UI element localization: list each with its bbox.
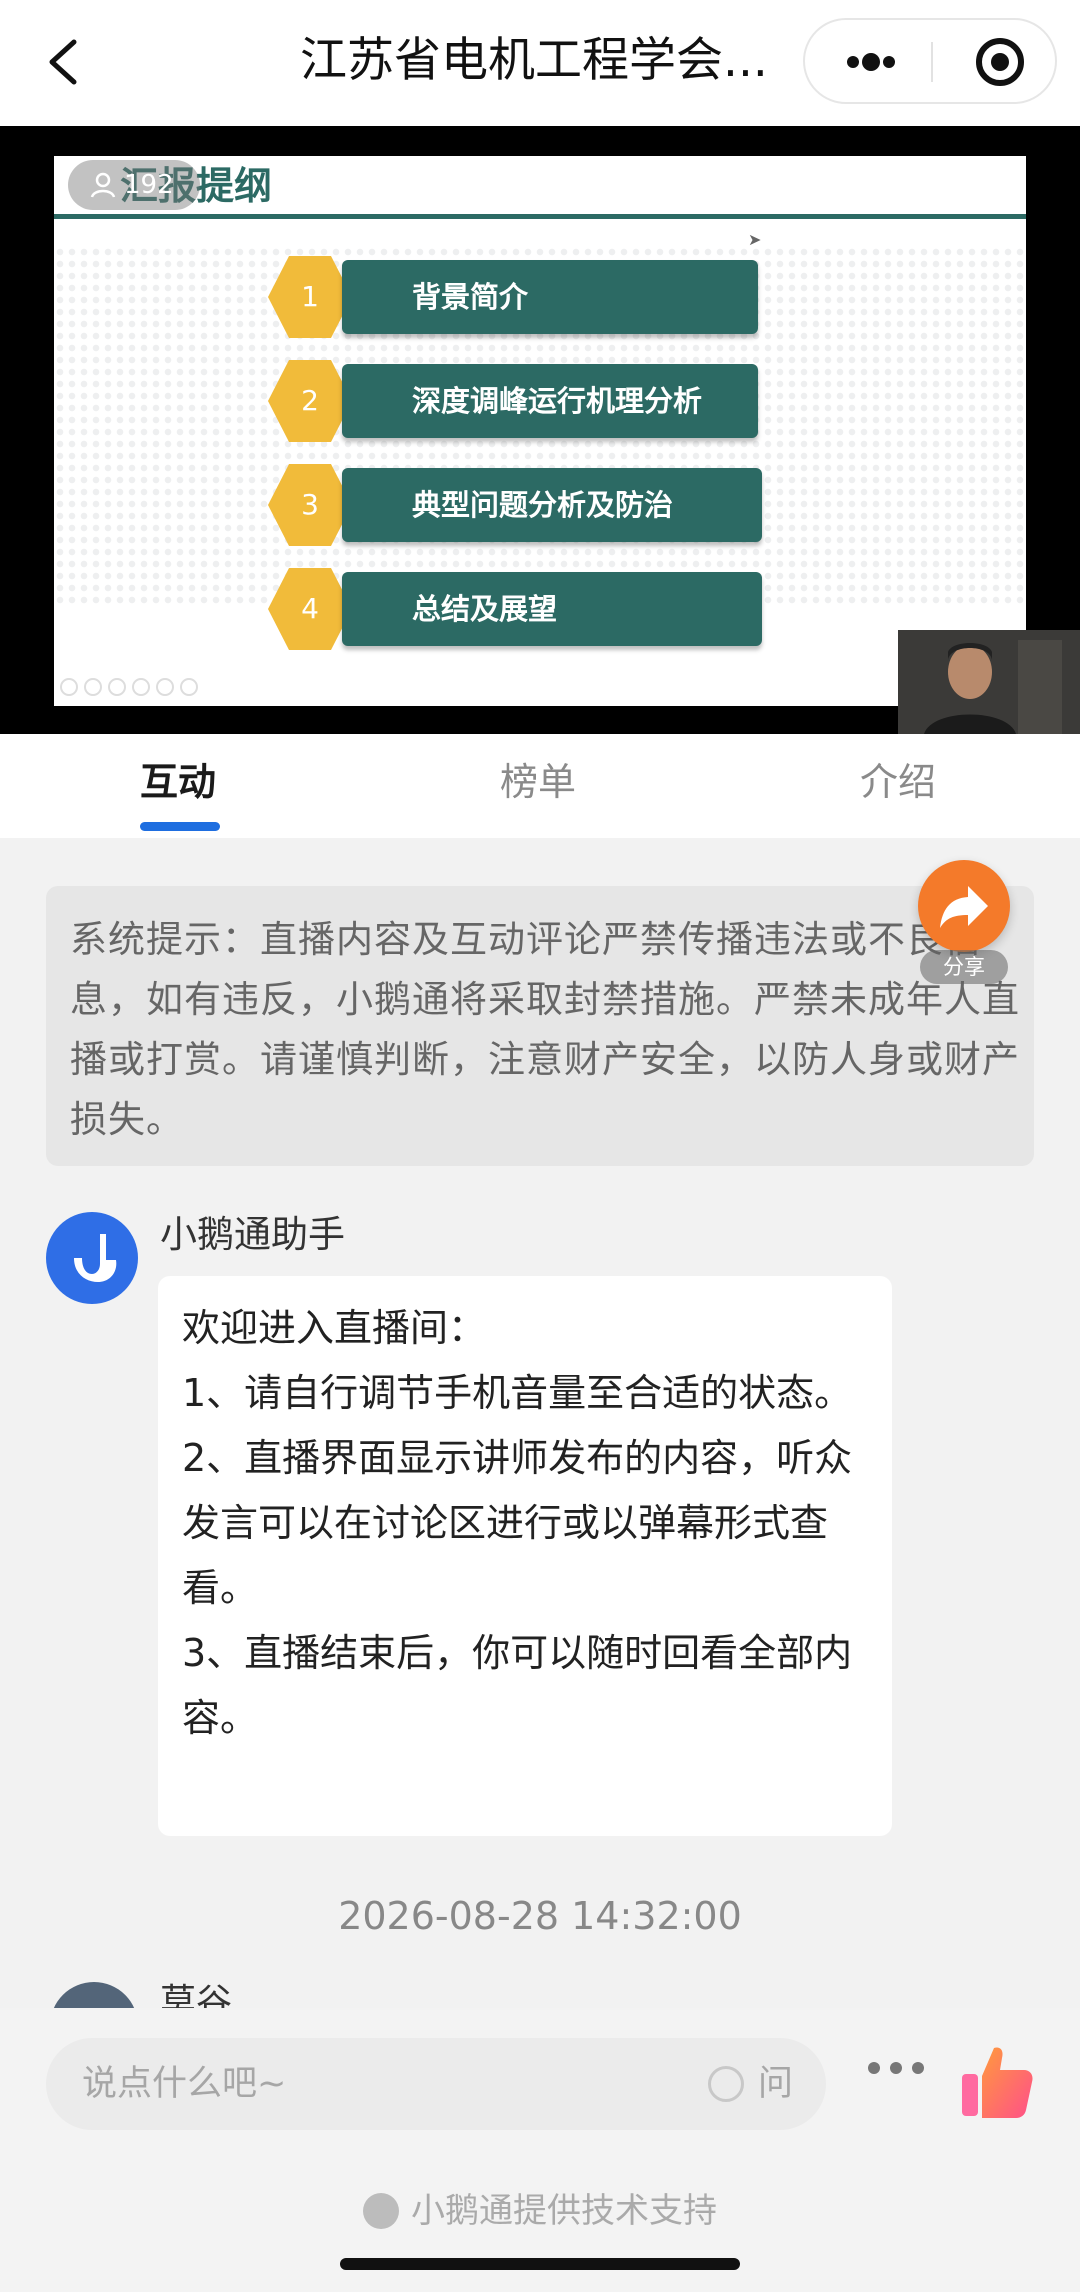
active-tab-indicator <box>140 822 220 831</box>
grid-icon[interactable] <box>132 678 150 696</box>
outline-bar: 典型问题分析及防治 <box>342 468 762 542</box>
ask-question-label: 问 <box>758 2064 794 2104</box>
zoom-icon[interactable] <box>156 678 174 696</box>
outline-bar: 深度调峰运行机理分析 <box>342 364 758 438</box>
share-circle <box>918 860 1010 952</box>
live-video-player[interactable]: 汇报提纲 192 ➤ 1 背景简介 2 深度调峰运行机理分析 3 典型问题分析及… <box>0 126 1080 734</box>
viewer-count: 192 <box>124 170 174 200</box>
person-icon <box>90 172 116 198</box>
slide-heading-rule <box>54 214 1026 219</box>
chevron-left-icon <box>49 39 77 85</box>
ask-question-toggle[interactable] <box>708 2066 744 2102</box>
outline-item: 3 典型问题分析及防治 <box>268 464 816 546</box>
outline-number-badge: 1 <box>268 256 352 338</box>
comment-input[interactable]: 说点什么吧~ 问 <box>46 2038 826 2130</box>
target-circle-icon <box>976 38 1024 86</box>
home-indicator <box>340 2258 740 2270</box>
outline-item: 4 总结及展望 <box>268 568 816 650</box>
share-arrow-icon <box>940 886 988 928</box>
more-button[interactable] <box>825 32 915 92</box>
message-bubble: 欢迎进入直播间： 1、请自行调节手机音量至合适的状态。 2、直播界面显示讲师发布… <box>158 1276 892 1836</box>
miniprogram-capsule <box>803 18 1057 104</box>
outline-bar: 总结及展望 <box>342 572 762 646</box>
more-options-button[interactable] <box>866 2058 926 2078</box>
thumbs-up-icon <box>962 2047 1033 2118</box>
message-sender: 小鹅通助手 <box>160 1213 345 1256</box>
slide-controls <box>60 678 230 702</box>
system-notice-text: 系统提示：直播内容及互动评论严禁传播违法或不良信息，如有违反，小鹅通将采取封禁措… <box>70 918 1020 1141</box>
prev-slide-icon[interactable] <box>60 678 78 696</box>
comment-placeholder: 说点什么吧~ <box>82 2064 287 2104</box>
presentation-slide: 汇报提纲 192 ➤ 1 背景简介 2 深度调峰运行机理分析 3 典型问题分析及… <box>54 156 1026 706</box>
like-button[interactable] <box>960 2042 1034 2120</box>
capsule-divider <box>931 42 933 82</box>
tab-bar: 互动 榜单 介绍 <box>0 734 1080 838</box>
mouse-cursor-icon: ➤ <box>748 230 762 249</box>
tab-ranking[interactable]: 榜单 <box>500 754 576 810</box>
outline-number-badge: 2 <box>268 360 352 442</box>
message-timestamp: 2026-08-28 14:32:00 <box>338 1894 742 1938</box>
pen-icon[interactable] <box>108 678 126 696</box>
xiaoetong-logo-icon <box>363 2193 399 2229</box>
navigation-bar: 江苏省电机工程学会... <box>0 0 1080 126</box>
outline-item: 2 深度调峰运行机理分析 <box>268 360 816 442</box>
menu-icon[interactable] <box>180 678 198 696</box>
system-notice: 系统提示：直播内容及互动评论严禁传播违法或不良信息，如有违反，小鹅通将采取封禁措… <box>46 886 1034 1166</box>
close-miniprogram-button[interactable] <box>955 32 1045 92</box>
page-title: 江苏省电机工程学会... <box>300 33 768 88</box>
tab-intro[interactable]: 介绍 <box>860 754 936 810</box>
back-button[interactable] <box>38 30 98 94</box>
more-dots-icon <box>847 53 895 71</box>
share-label: 分享 <box>920 950 1008 984</box>
tech-support-credit: 小鹅通提供技术支持 <box>0 2184 1080 2238</box>
tech-support-text: 小鹅通提供技术支持 <box>411 2191 717 2231</box>
composer-bar: 说点什么吧~ 问 小鹅通提供技术支持 <box>0 2008 1080 2292</box>
more-horizontal-icon <box>868 2062 924 2074</box>
outline-bar: 背景简介 <box>342 260 758 334</box>
presenter-image <box>898 630 1080 734</box>
outline-number-badge: 4 <box>268 568 352 650</box>
presenter-camera-thumbnail[interactable] <box>898 630 1080 734</box>
outline-number-badge: 3 <box>268 464 352 546</box>
share-button[interactable]: 分享 <box>918 860 1010 984</box>
goose-icon <box>74 1234 117 1282</box>
next-slide-icon[interactable] <box>84 678 102 696</box>
tab-interaction[interactable]: 互动 <box>140 754 216 810</box>
viewer-count-badge: 192 <box>68 160 200 210</box>
avatar[interactable] <box>46 1212 138 1304</box>
outline-item: 1 背景简介 <box>268 256 816 338</box>
message-text: 欢迎进入直播间： 1、请自行调节手机音量至合适的状态。 2、直播界面显示讲师发布… <box>182 1306 853 1740</box>
